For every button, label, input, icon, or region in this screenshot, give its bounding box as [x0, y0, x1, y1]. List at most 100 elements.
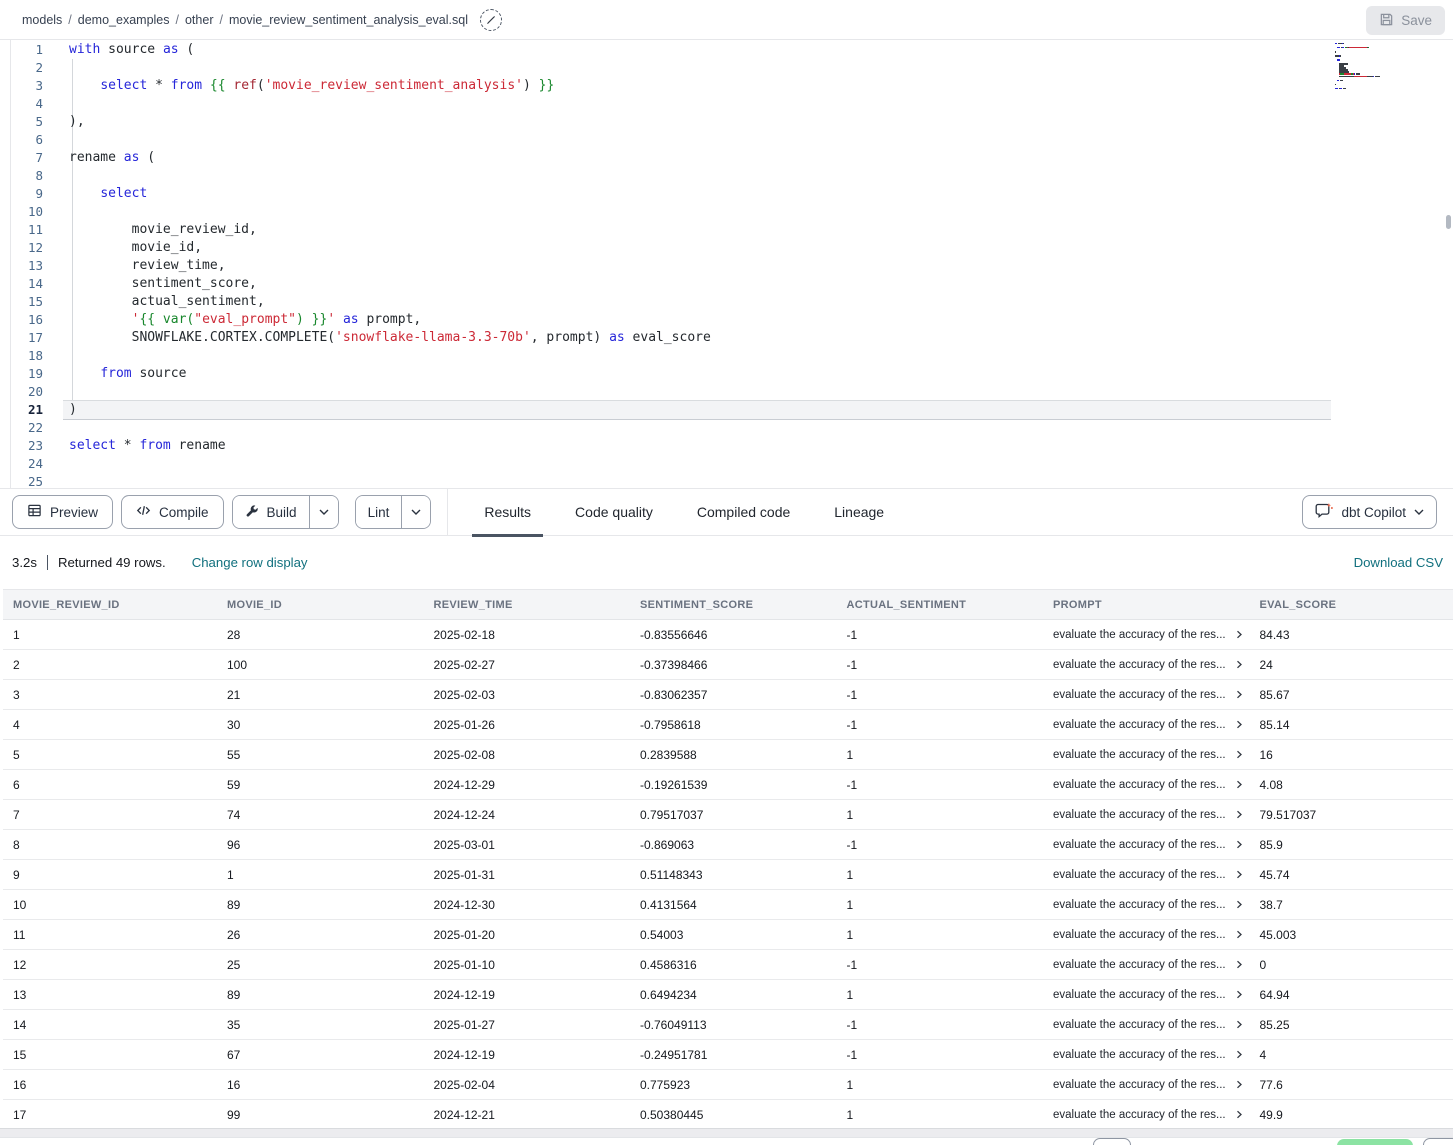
code-line[interactable]: 1 with source as (: [11, 41, 1453, 59]
breadcrumb-item[interactable]: demo_examples: [78, 13, 170, 27]
code-line[interactable]: 13 review_time,: [11, 257, 1453, 275]
code-line[interactable]: 22: [11, 419, 1453, 437]
code-minimap[interactable]: [1335, 43, 1431, 94]
cell-movie_review_id: 2: [3, 658, 217, 672]
cell-movie_review_id: 11: [3, 928, 217, 942]
code-line[interactable]: 6: [11, 131, 1453, 149]
bottom-partial-button[interactable]: [1093, 1138, 1131, 1145]
tab-code-quality[interactable]: Code quality: [563, 488, 665, 536]
tab-lineage[interactable]: Lineage: [822, 488, 896, 536]
code-line[interactable]: 14 sentiment_score,: [11, 275, 1453, 293]
code-line-text: with source as (: [63, 41, 1331, 59]
breadcrumb-separator: /: [68, 13, 71, 27]
save-icon: [1379, 12, 1394, 30]
code-line[interactable]: 2: [11, 59, 1453, 77]
breadcrumb-item[interactable]: other: [185, 13, 214, 27]
compile-button[interactable]: Compile: [121, 495, 224, 529]
cell-movie_review_id: 6: [3, 778, 217, 792]
table-row: 6592024-12-29-0.19261539-1evaluate the a…: [3, 770, 1453, 800]
code-line-text: movie_review_id,: [63, 221, 1331, 239]
cell-review_time: 2025-03-01: [424, 838, 631, 852]
bottom-green-pill[interactable]: [1337, 1139, 1413, 1145]
horizontal-scrollbar[interactable]: [0, 1128, 1453, 1138]
download-csv-link[interactable]: Download CSV: [1354, 555, 1443, 570]
expand-prompt-button[interactable]: [1235, 720, 1243, 729]
expand-prompt-button[interactable]: [1235, 990, 1243, 999]
code-line[interactable]: 19 from source: [11, 365, 1453, 383]
expand-prompt-button[interactable]: [1235, 810, 1243, 819]
expand-prompt-button[interactable]: [1235, 900, 1243, 909]
tab-compiled-code[interactable]: Compiled code: [685, 488, 802, 536]
code-line[interactable]: 18: [11, 347, 1453, 365]
expand-prompt-button[interactable]: [1235, 1080, 1243, 1089]
cell-movie_review_id: 1: [3, 628, 217, 642]
editor-scrollbar[interactable]: [1446, 215, 1451, 229]
prompt-preview-text: evaluate the accuracy of the res...: [1053, 1109, 1226, 1121]
expand-prompt-button[interactable]: [1235, 690, 1243, 699]
cell-movie_review_id: 5: [3, 748, 217, 762]
lint-button[interactable]: Lint: [356, 496, 402, 528]
code-line[interactable]: 17 SNOWFLAKE.CORTEX.COMPLETE('snowflake-…: [11, 329, 1453, 347]
preview-button[interactable]: Preview: [12, 495, 113, 529]
code-line[interactable]: 7rename as (: [11, 149, 1453, 167]
code-line-text: select * from {{ ref('movie_review_senti…: [63, 77, 1331, 95]
breadcrumb-item[interactable]: models: [22, 13, 62, 27]
cell-movie_review_id: 16: [3, 1078, 217, 1092]
code-line[interactable]: 11 movie_review_id,: [11, 221, 1453, 239]
cell-movie_id: 25: [217, 958, 424, 972]
code-line[interactable]: 23select * from rename: [11, 437, 1453, 455]
line-number: 16: [11, 311, 43, 329]
expand-prompt-button[interactable]: [1235, 930, 1243, 939]
prompt-preview-text: evaluate the accuracy of the res...: [1053, 839, 1226, 851]
code-line-text: [63, 455, 1331, 473]
expand-prompt-button[interactable]: [1235, 1020, 1243, 1029]
code-line[interactable]: 9 select: [11, 185, 1453, 203]
expand-prompt-button[interactable]: [1235, 750, 1243, 759]
code-line[interactable]: 15 actual_sentiment,: [11, 293, 1453, 311]
prompt-preview-text: evaluate the accuracy of the res...: [1053, 959, 1226, 971]
code-line[interactable]: 25: [11, 473, 1453, 488]
expand-prompt-button[interactable]: [1235, 870, 1243, 879]
code-line[interactable]: 4: [11, 95, 1453, 113]
code-line[interactable]: 8: [11, 167, 1453, 185]
format-file-icon[interactable]: [480, 9, 502, 31]
expand-prompt-button[interactable]: [1235, 780, 1243, 789]
build-dropdown-chevron[interactable]: [309, 496, 338, 528]
expand-prompt-button[interactable]: [1235, 1110, 1243, 1119]
cell-movie_review_id: 13: [3, 988, 217, 1002]
breadcrumb-item[interactable]: movie_review_sentiment_analysis_eval.sql: [229, 13, 468, 27]
cell-sentiment_score: 0.79517037: [630, 808, 837, 822]
code-line[interactable]: 16 '{{ var("eval_prompt") }}' as prompt,: [11, 311, 1453, 329]
expand-prompt-button[interactable]: [1235, 660, 1243, 669]
bottom-partial-button-right[interactable]: [1423, 1138, 1453, 1145]
code-line[interactable]: 10: [11, 203, 1453, 221]
expand-prompt-button[interactable]: [1235, 1050, 1243, 1059]
dbt-ide-window: models/demo_examples/other/movie_review_…: [0, 0, 1453, 1145]
code-line[interactable]: 3 select * from {{ ref('movie_review_sen…: [11, 77, 1453, 95]
table-row: 7742024-12-240.795170371evaluate the acc…: [3, 800, 1453, 830]
expand-prompt-button[interactable]: [1235, 840, 1243, 849]
dbt-copilot-button[interactable]: dbt Copilot: [1302, 495, 1437, 529]
line-number: 1: [11, 41, 43, 59]
cell-movie_id: 28: [217, 628, 424, 642]
save-button[interactable]: Save: [1366, 6, 1445, 35]
expand-prompt-button[interactable]: [1235, 630, 1243, 639]
code-line[interactable]: 21): [11, 401, 1453, 419]
code-line[interactable]: 24: [11, 455, 1453, 473]
code-line[interactable]: 5),: [11, 113, 1453, 131]
cell-review_time: 2025-02-18: [424, 628, 631, 642]
cell-actual_sentiment: -1: [837, 658, 1044, 672]
code-line[interactable]: 12 movie_id,: [11, 239, 1453, 257]
expand-prompt-button[interactable]: [1235, 960, 1243, 969]
cell-prompt: evaluate the accuracy of the res...: [1043, 629, 1250, 641]
build-button[interactable]: Build: [233, 496, 309, 528]
tab-results[interactable]: Results: [472, 488, 543, 536]
line-number: 12: [11, 239, 43, 257]
cell-actual_sentiment: 1: [837, 898, 1044, 912]
code-line[interactable]: 20: [11, 383, 1453, 401]
change-row-display-link[interactable]: Change row display: [192, 555, 308, 570]
cell-prompt: evaluate the accuracy of the res...: [1043, 659, 1250, 671]
lint-dropdown-chevron[interactable]: [401, 496, 430, 528]
code-editor[interactable]: 1 with source as (23 select * from {{ ref…: [10, 40, 1453, 488]
cell-prompt: evaluate the accuracy of the res...: [1043, 869, 1250, 881]
